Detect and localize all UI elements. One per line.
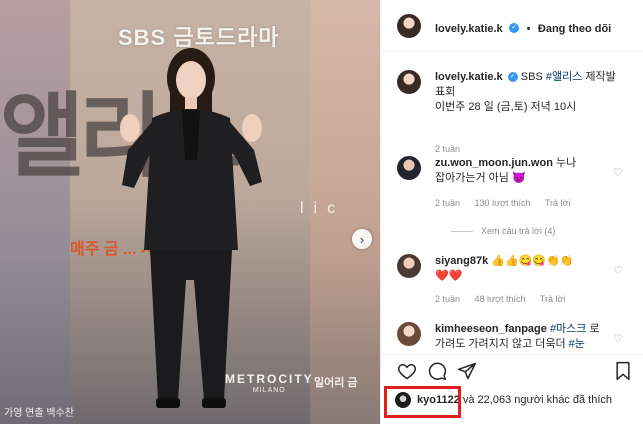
verified-icon: ✓ — [509, 22, 520, 33]
next-image-button[interactable]: › — [352, 229, 372, 249]
comment-body: 로 — [586, 323, 600, 335]
caption-line3: 이번주 28 일 (금,토) 저녁 10시 — [435, 101, 577, 113]
comment-body: 👍👍😋😋👏👏 — [488, 255, 574, 267]
likes-summary: kyo1122 và 22,063 người khác đã thích — [381, 384, 643, 424]
caption-meta: 2 tuần — [435, 144, 472, 154]
following-button[interactable]: Đang theo dõi — [538, 23, 611, 35]
likes-others[interactable]: và 22,063 người khác đã thích — [460, 394, 612, 406]
reply-button[interactable]: Trả lời — [545, 198, 571, 208]
comment-body-line2: 잡아가는거 아님 — [435, 172, 509, 184]
comment-likes[interactable]: 48 lượt thích — [475, 294, 526, 304]
comment-body-line2: ❤️❤️ — [435, 270, 463, 282]
post-header: lovely.katie.k ✓ • Đang theo dõi — [381, 0, 643, 52]
comment-likes[interactable]: 130 lượt thích — [475, 198, 531, 208]
comment-meta: 2 tuần 48 lượt thích Trả lời — [435, 294, 577, 304]
person-figure — [120, 48, 262, 408]
heart-icon[interactable]: ♡ — [613, 332, 623, 345]
header-username[interactable]: lovely.katie.k — [435, 23, 503, 35]
view-replies-label: Xem câu trả lời (4) — [481, 226, 556, 236]
instagram-post: SBS 금토드라마 앨리스 lic 매주 금 ... 시 방송 METROCIT… — [0, 0, 643, 424]
comment-text: siyang87k 👍👍😋😋👏👏 ❤️❤️ — [435, 254, 625, 284]
heart-icon[interactable]: ♡ — [613, 166, 623, 179]
comment-text: zu.won_moon.jun.won 누나 잡아가는거 아님 😈 — [435, 156, 625, 186]
avatar[interactable] — [397, 70, 421, 94]
like-heart-icon[interactable] — [397, 361, 417, 381]
bookmark-icon[interactable] — [613, 361, 633, 381]
hashtag-link[interactable]: #마스크 — [550, 323, 586, 335]
heart-icon[interactable]: ♡ — [613, 264, 623, 277]
comment-username[interactable]: kimheeseon_fanpage — [435, 323, 547, 335]
action-bar — [381, 354, 643, 384]
highlight-box — [384, 386, 461, 418]
caption-time: 2 tuần — [435, 144, 461, 154]
comment-username[interactable]: zu.won_moon.jun.won — [435, 157, 553, 169]
comment-time: 2 tuần — [435, 198, 461, 208]
comment-meta: 2 tuần 130 lượt thích Trả lời — [435, 198, 582, 208]
divider — [451, 231, 473, 233]
reply-button[interactable]: Trả lời — [540, 294, 566, 304]
comment-text: kimheeseon_fanpage #마스크 로 가려도 가려지지 않고 더욱… — [435, 322, 625, 352]
hashtag-link[interactable]: #눈 — [569, 338, 585, 350]
caption-text: lovely.katie.k ✓ SBS #앨리스 제작발 표회 이번주 28 … — [435, 70, 625, 115]
separator: • — [526, 23, 531, 35]
verified-icon: ✓ — [507, 72, 518, 83]
sponsor-brand: METROCITY — [225, 372, 314, 386]
caption-line1-suffix: 제작발 — [582, 71, 616, 83]
header-user-line: lovely.katie.k ✓ • Đang theo dõi — [435, 19, 611, 37]
avatar[interactable] — [397, 254, 421, 278]
share-send-icon[interactable] — [457, 361, 477, 381]
devil-emoji: 😈 — [511, 172, 526, 184]
comments-list: lovely.katie.k ✓ SBS #앨리스 제작발 표회 이번주 28 … — [381, 52, 643, 354]
avatar[interactable] — [397, 14, 421, 38]
sponsor-logo-2: 일어리 금 — [314, 377, 358, 389]
chevron-right-icon: › — [359, 231, 365, 247]
sponsor-logo: METROCITY MILANO — [225, 372, 314, 394]
caption-username[interactable]: lovely.katie.k — [435, 71, 503, 83]
comment-body: 누나 — [552, 157, 577, 169]
avatar[interactable] — [397, 322, 421, 346]
sponsor-city: MILANO — [252, 387, 286, 394]
caption-line1: SBS — [520, 71, 546, 83]
poster-credits: 가영 연출 백수찬 — [4, 408, 74, 419]
comment-username[interactable]: siyang87k — [435, 255, 488, 267]
hashtag-link[interactable]: #앨리스 — [546, 71, 582, 83]
avatar[interactable] — [397, 156, 421, 180]
post-image[interactable]: SBS 금토드라마 앨리스 lic 매주 금 ... 시 방송 METROCIT… — [0, 0, 380, 424]
comment-bubble-icon[interactable] — [427, 361, 447, 381]
comment-body-line2: 가려도 가려지지 않고 더욱더 — [435, 338, 569, 350]
caption-line2: 표회 — [435, 86, 456, 98]
view-replies-button[interactable]: Xem câu trả lời (4) — [451, 226, 555, 236]
comment-time: 2 tuần — [435, 294, 461, 304]
comment-panel: lovely.katie.k ✓ • Đang theo dõi lovely.… — [380, 0, 643, 424]
